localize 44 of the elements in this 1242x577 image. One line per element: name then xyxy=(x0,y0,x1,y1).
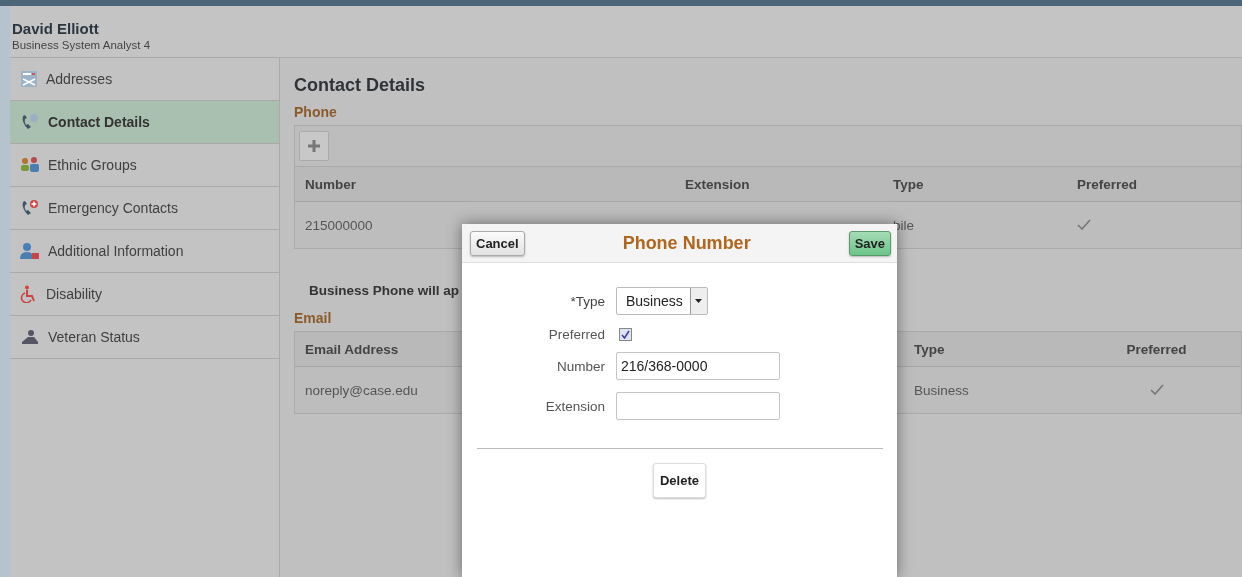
sidebar-item[interactable]: Additional Information xyxy=(10,230,279,273)
user-name: David Elliott xyxy=(12,20,99,37)
input-field[interactable] xyxy=(616,392,780,420)
table-cell: 215000000 xyxy=(305,217,373,233)
column-header: Extension xyxy=(685,176,750,192)
table-cell: noreply@case.edu xyxy=(305,382,418,398)
sidebar-item[interactable]: Contact Details xyxy=(10,101,279,144)
caret-icon xyxy=(695,299,703,303)
plus-icon xyxy=(307,139,321,153)
save-button[interactable]: Save xyxy=(848,230,891,256)
column-header: Preferred xyxy=(1126,341,1187,357)
field-label: Preferred xyxy=(548,327,605,342)
type-dropdown[interactable]: Business xyxy=(616,287,708,315)
person-lock-icon xyxy=(20,242,40,260)
sidebar-item[interactable]: Emergency Contacts xyxy=(10,187,279,230)
table-cell: Business xyxy=(914,382,969,398)
dialog-title: Phone Number xyxy=(622,232,751,254)
delete-button[interactable]: Delete xyxy=(653,463,706,498)
column-header: Type xyxy=(914,341,945,357)
column-header: Email Address xyxy=(305,341,399,357)
section-heading: Email xyxy=(294,310,332,326)
address-card-icon xyxy=(20,70,38,88)
sidebar-item[interactable]: Veteran Status xyxy=(10,316,279,359)
people-icon xyxy=(20,156,40,174)
sidebar-item[interactable]: Ethnic Groups xyxy=(10,144,279,187)
cancel-button[interactable]: Cancel xyxy=(470,230,525,256)
user-title: Business System Analyst 4 xyxy=(12,39,151,51)
sidebar-item[interactable]: Disability xyxy=(10,273,279,316)
wheelchair-icon xyxy=(20,285,38,303)
phone-icon xyxy=(20,113,40,131)
field-label: Number xyxy=(557,358,605,374)
phone-cross-icon xyxy=(20,199,40,217)
soldier-icon xyxy=(20,328,40,346)
page-title: Contact Details xyxy=(294,75,426,96)
checkbox[interactable] xyxy=(619,328,632,341)
notice-text: Business Phone will ap xyxy=(309,283,460,298)
column-header: Number xyxy=(305,176,356,192)
section-heading: Phone xyxy=(294,104,337,120)
column-header: Type xyxy=(893,176,924,192)
add-button[interactable] xyxy=(299,131,329,161)
field-label: *Type xyxy=(570,293,605,309)
field-label: Extension xyxy=(545,398,605,414)
column-header: Preferred xyxy=(1077,176,1138,192)
input-field[interactable]: 216/368-0000 xyxy=(616,352,780,380)
